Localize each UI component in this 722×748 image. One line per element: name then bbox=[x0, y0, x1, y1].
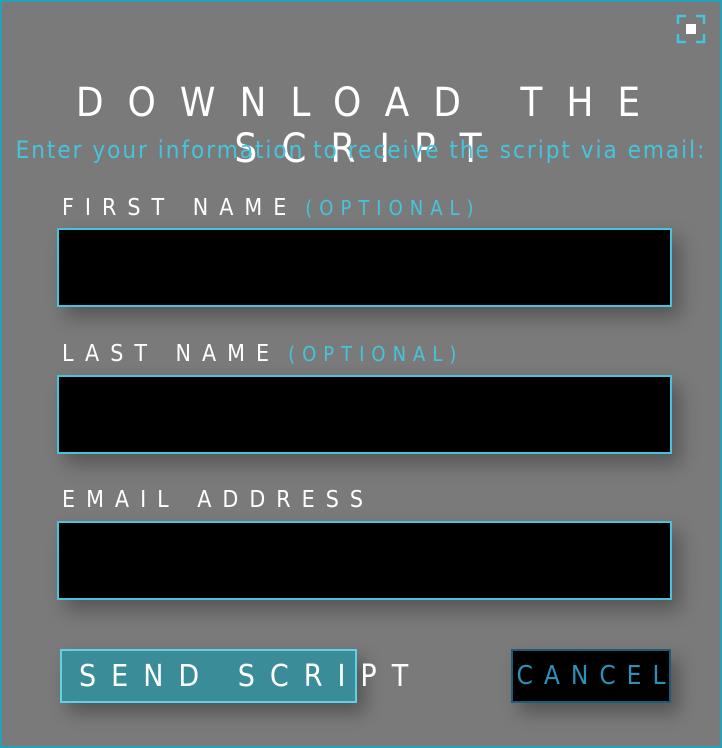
first-name-input[interactable] bbox=[57, 228, 672, 307]
last-name-label-text: LAST NAME bbox=[62, 341, 281, 367]
email-label: EMAIL ADDRESS bbox=[62, 486, 374, 514]
email-input[interactable] bbox=[57, 521, 672, 600]
first-name-label: FIRST NAME (OPTIONAL) bbox=[62, 194, 481, 222]
cancel-label: CANCEL bbox=[516, 661, 677, 691]
cancel-button[interactable]: CANCEL bbox=[511, 649, 671, 703]
download-dialog: DOWNLOAD THE SCRIPT Enter your informati… bbox=[0, 0, 722, 748]
email-label-text: EMAIL ADDRESS bbox=[62, 487, 375, 513]
last-name-input[interactable] bbox=[57, 375, 672, 454]
send-script-button[interactable]: SEND SCRIPT bbox=[60, 649, 408, 703]
last-name-optional-tag: (OPTIONAL) bbox=[288, 342, 464, 366]
first-name-label-text: FIRST NAME bbox=[62, 195, 298, 221]
send-script-label: SEND SCRIPT bbox=[79, 658, 424, 694]
first-name-optional-tag: (OPTIONAL) bbox=[305, 196, 481, 220]
fullscreen-icon[interactable] bbox=[676, 14, 706, 44]
dialog-subtitle: Enter your information to receive the sc… bbox=[15, 136, 707, 164]
last-name-label: LAST NAME (OPTIONAL) bbox=[62, 340, 463, 368]
